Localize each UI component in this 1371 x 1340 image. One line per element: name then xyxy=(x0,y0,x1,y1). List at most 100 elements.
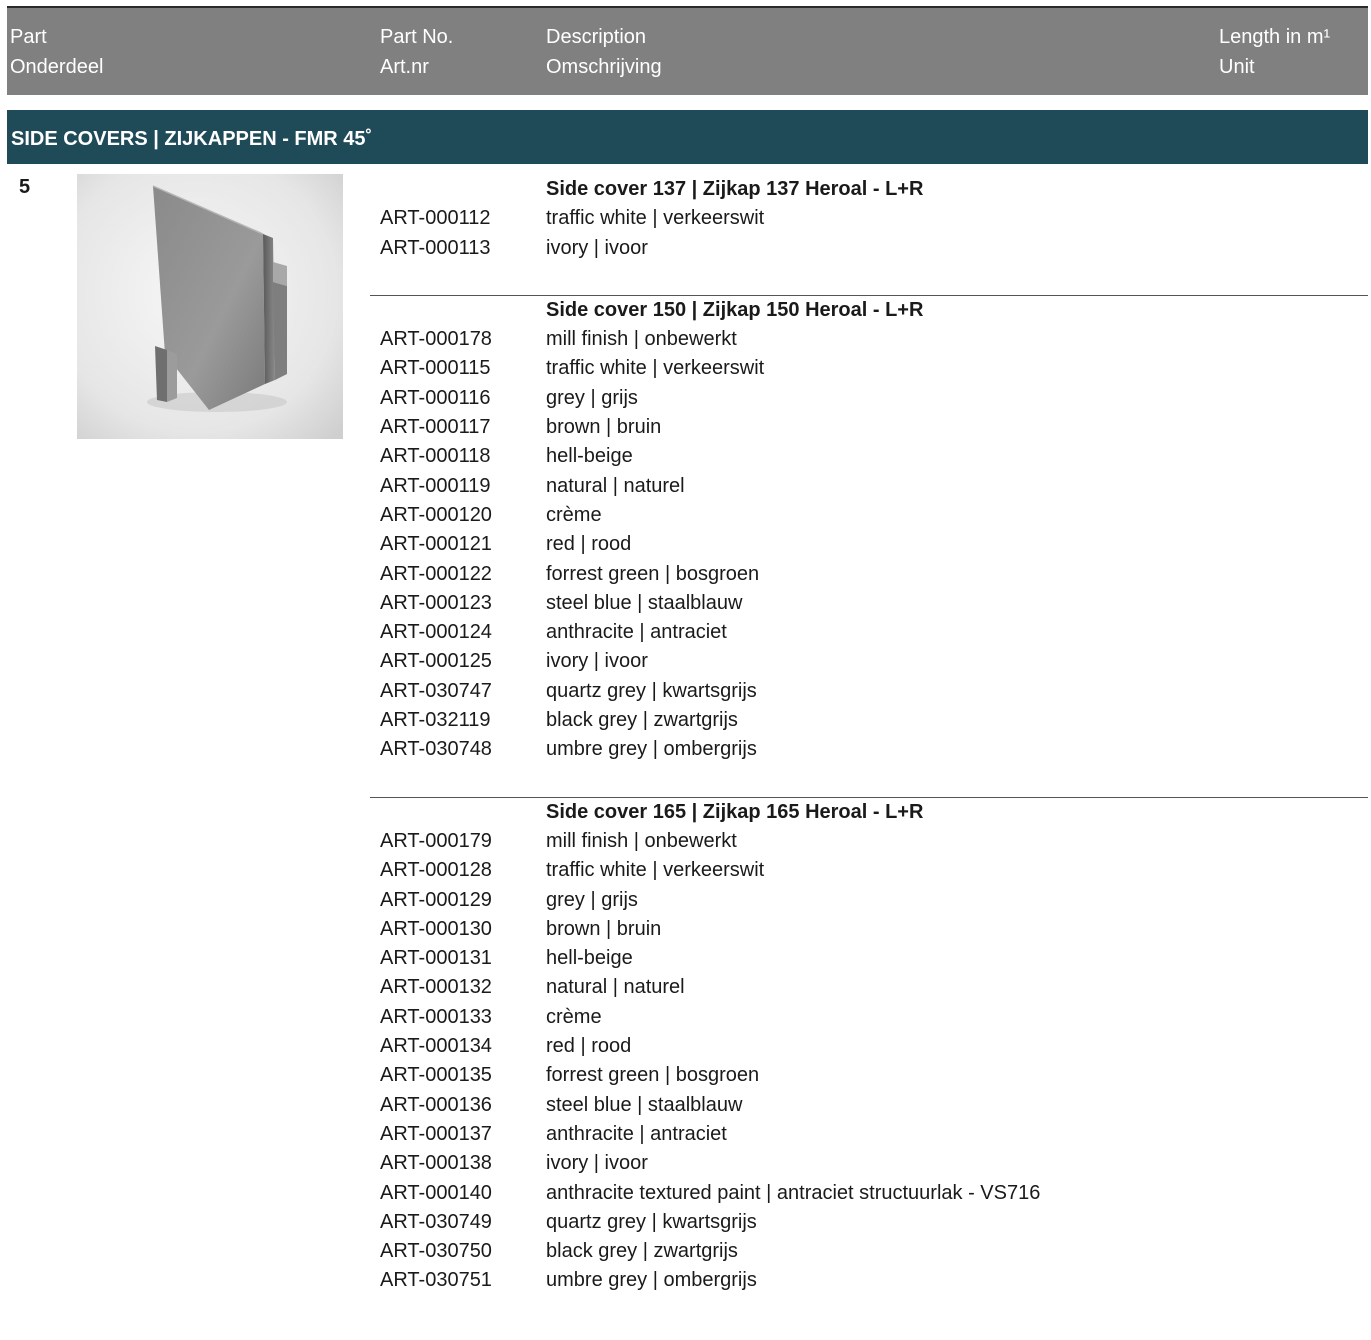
article-row: ART-030750 black grey | zwartgrijs xyxy=(0,1237,1371,1266)
header-description-label: Description xyxy=(546,26,647,48)
article-row: ART-000121 red | rood xyxy=(0,530,1371,559)
article-number: ART-030747 xyxy=(380,679,492,702)
article-description: umbre grey | ombergrijs xyxy=(546,1269,757,1292)
group-title: Side cover 137 | Zijkap 137 Heroal - L+R xyxy=(546,178,924,200)
article-number: ART-000134 xyxy=(380,1035,492,1058)
article-row: ART-000133 crème xyxy=(0,1003,1371,1032)
article-row: ART-000178 mill finish | onbewerkt xyxy=(0,325,1371,354)
article-number: ART-000112 xyxy=(380,207,491,230)
table-header: Part Onderdeel Part No. Art.nr Descripti… xyxy=(7,8,1368,95)
article-number: ART-000137 xyxy=(380,1122,492,1145)
article-description: hell-beige xyxy=(546,445,633,468)
article-row: ART-000117 brown | bruin xyxy=(0,413,1371,442)
article-description: mill finish | onbewerkt xyxy=(546,829,737,852)
article-description: quartz grey | kwartsgrijs xyxy=(546,1210,757,1233)
article-description: steel blue | staalblauw xyxy=(546,591,743,614)
article-number: ART-000117 xyxy=(380,416,491,439)
article-number: ART-000132 xyxy=(380,976,492,999)
article-row: ART-000125 ivory | ivoor xyxy=(0,647,1371,676)
article-description: forrest green | bosgroen xyxy=(546,1064,760,1087)
article-row: ART-000118 hell-beige xyxy=(0,442,1371,471)
article-row: ART-000112 traffic white | verkeerswit xyxy=(0,204,1371,233)
article-number: ART-000130 xyxy=(380,917,492,940)
article-row: ART-000119 natural | naturel xyxy=(0,472,1371,501)
article-number: ART-000124 xyxy=(380,621,492,644)
article-row: ART-000131 hell-beige xyxy=(0,944,1371,973)
article-description: red | rood xyxy=(546,1035,632,1058)
article-row: ART-000128 traffic white | verkeerswit xyxy=(0,856,1371,885)
group-title-row: Side cover 150 | Zijkap 150 Heroal - L+R xyxy=(0,296,1371,325)
article-row: ART-000116 grey | grijs xyxy=(0,384,1371,413)
header-part-no: Part No. Art.nr xyxy=(380,22,453,82)
article-row: ART-000140 anthracite textured paint | an… xyxy=(0,1179,1371,1208)
header-length: Length in m¹ Unit xyxy=(1219,22,1330,82)
header-description-label-nl: Omschrijving xyxy=(546,56,662,78)
article-description: natural | naturel xyxy=(546,474,685,497)
article-description: traffic white | verkeerswit xyxy=(546,207,765,230)
article-description: umbre grey | ombergrijs xyxy=(546,738,757,761)
article-group: Side cover 137 | Zijkap 137 Heroal - L+R… xyxy=(0,175,1371,263)
article-description: anthracite | antraciet xyxy=(546,621,727,644)
article-description: mill finish | onbewerkt xyxy=(546,328,737,351)
article-row: ART-030749 quartz grey | kwartsgrijs xyxy=(0,1208,1371,1237)
article-description: grey | grijs xyxy=(546,386,638,409)
article-row: ART-030751 umbre grey | ombergrijs xyxy=(0,1266,1371,1295)
group-title: Side cover 165 | Zijkap 165 Heroal - L+R xyxy=(546,800,924,823)
article-description: crème xyxy=(546,503,602,526)
article-description: ivory | ivoor xyxy=(546,236,648,259)
article-row: ART-000130 brown | bruin xyxy=(0,915,1371,944)
article-description: black grey | zwartgrijs xyxy=(546,709,738,732)
article-row: ART-000115 traffic white | verkeerswit xyxy=(0,354,1371,383)
article-description: ivory | ivoor xyxy=(546,650,648,673)
article-number: ART-000119 xyxy=(380,474,491,497)
article-description: ivory | ivoor xyxy=(546,1152,648,1175)
header-length-label: Length in m¹ xyxy=(1219,26,1331,48)
article-description: hell-beige xyxy=(546,947,633,970)
article-number: ART-030751 xyxy=(380,1269,492,1292)
article-number: ART-000121 xyxy=(380,533,492,556)
header-description: Description Omschrijving xyxy=(546,22,662,82)
header-part-label-nl: Onderdeel xyxy=(10,56,104,78)
article-number: ART-000179 xyxy=(380,829,492,852)
article-number: ART-000118 xyxy=(380,445,491,468)
article-number: ART-030748 xyxy=(380,738,492,761)
group-title-row: Side cover 165 | Zijkap 165 Heroal - L+R xyxy=(0,798,1371,827)
article-row: ART-000136 steel blue | staalblauw xyxy=(0,1091,1371,1120)
article-number: ART-000115 xyxy=(380,357,491,380)
article-row: ART-000137 anthracite | antraciet xyxy=(0,1120,1371,1149)
article-row: ART-000113 ivory | ivoor xyxy=(0,234,1371,263)
section-title: SIDE COVERS | ZIJKAPPEN - FMR 45˚ xyxy=(11,128,373,150)
article-row: ART-000138 ivory | ivoor xyxy=(0,1149,1371,1178)
article-number: ART-000122 xyxy=(380,562,492,585)
article-description: quartz grey | kwartsgrijs xyxy=(546,679,757,702)
article-row: ART-000134 red | rood xyxy=(0,1032,1371,1061)
header-part-no-label: Part No. xyxy=(380,26,454,48)
article-number: ART-000178 xyxy=(380,328,492,351)
article-number: ART-000113 xyxy=(380,236,491,259)
article-group: Side cover 165 | Zijkap 165 Heroal - L+R… xyxy=(0,765,1371,1296)
article-description: brown | bruin xyxy=(546,416,662,439)
article-number: ART-000140 xyxy=(380,1181,492,1204)
article-row: ART-000132 natural | naturel xyxy=(0,973,1371,1002)
article-groups: Side cover 137 | Zijkap 137 Heroal - L+R… xyxy=(0,175,1371,1296)
article-number: ART-000135 xyxy=(380,1064,492,1087)
article-description: grey | grijs xyxy=(546,888,638,911)
article-number: ART-000125 xyxy=(380,650,492,673)
article-number: ART-000116 xyxy=(380,386,491,409)
article-number: ART-000131 xyxy=(380,947,492,970)
article-description: anthracite | antraciet xyxy=(546,1122,727,1145)
article-description: brown | bruin xyxy=(546,917,662,940)
article-number: ART-032119 xyxy=(380,709,491,732)
article-description: forrest green | bosgroen xyxy=(546,562,760,585)
article-description: anthracite textured paint | antraciet st… xyxy=(546,1181,1041,1204)
article-number: ART-000133 xyxy=(380,1005,492,1028)
article-description: natural | naturel xyxy=(546,976,685,999)
article-number: ART-000123 xyxy=(380,591,492,614)
section-title-bar: SIDE COVERS | ZIJKAPPEN - FMR 45˚ xyxy=(7,110,1368,164)
group-title-row: Side cover 137 | Zijkap 137 Heroal - L+R xyxy=(0,175,1371,204)
article-row: ART-000124 anthracite | antraciet xyxy=(0,618,1371,647)
article-row: ART-030747 quartz grey | kwartsgrijs xyxy=(0,677,1371,706)
article-row: ART-000135 forrest green | bosgroen xyxy=(0,1061,1371,1090)
article-description: traffic white | verkeerswit xyxy=(546,357,765,380)
article-number: ART-000136 xyxy=(380,1093,492,1116)
